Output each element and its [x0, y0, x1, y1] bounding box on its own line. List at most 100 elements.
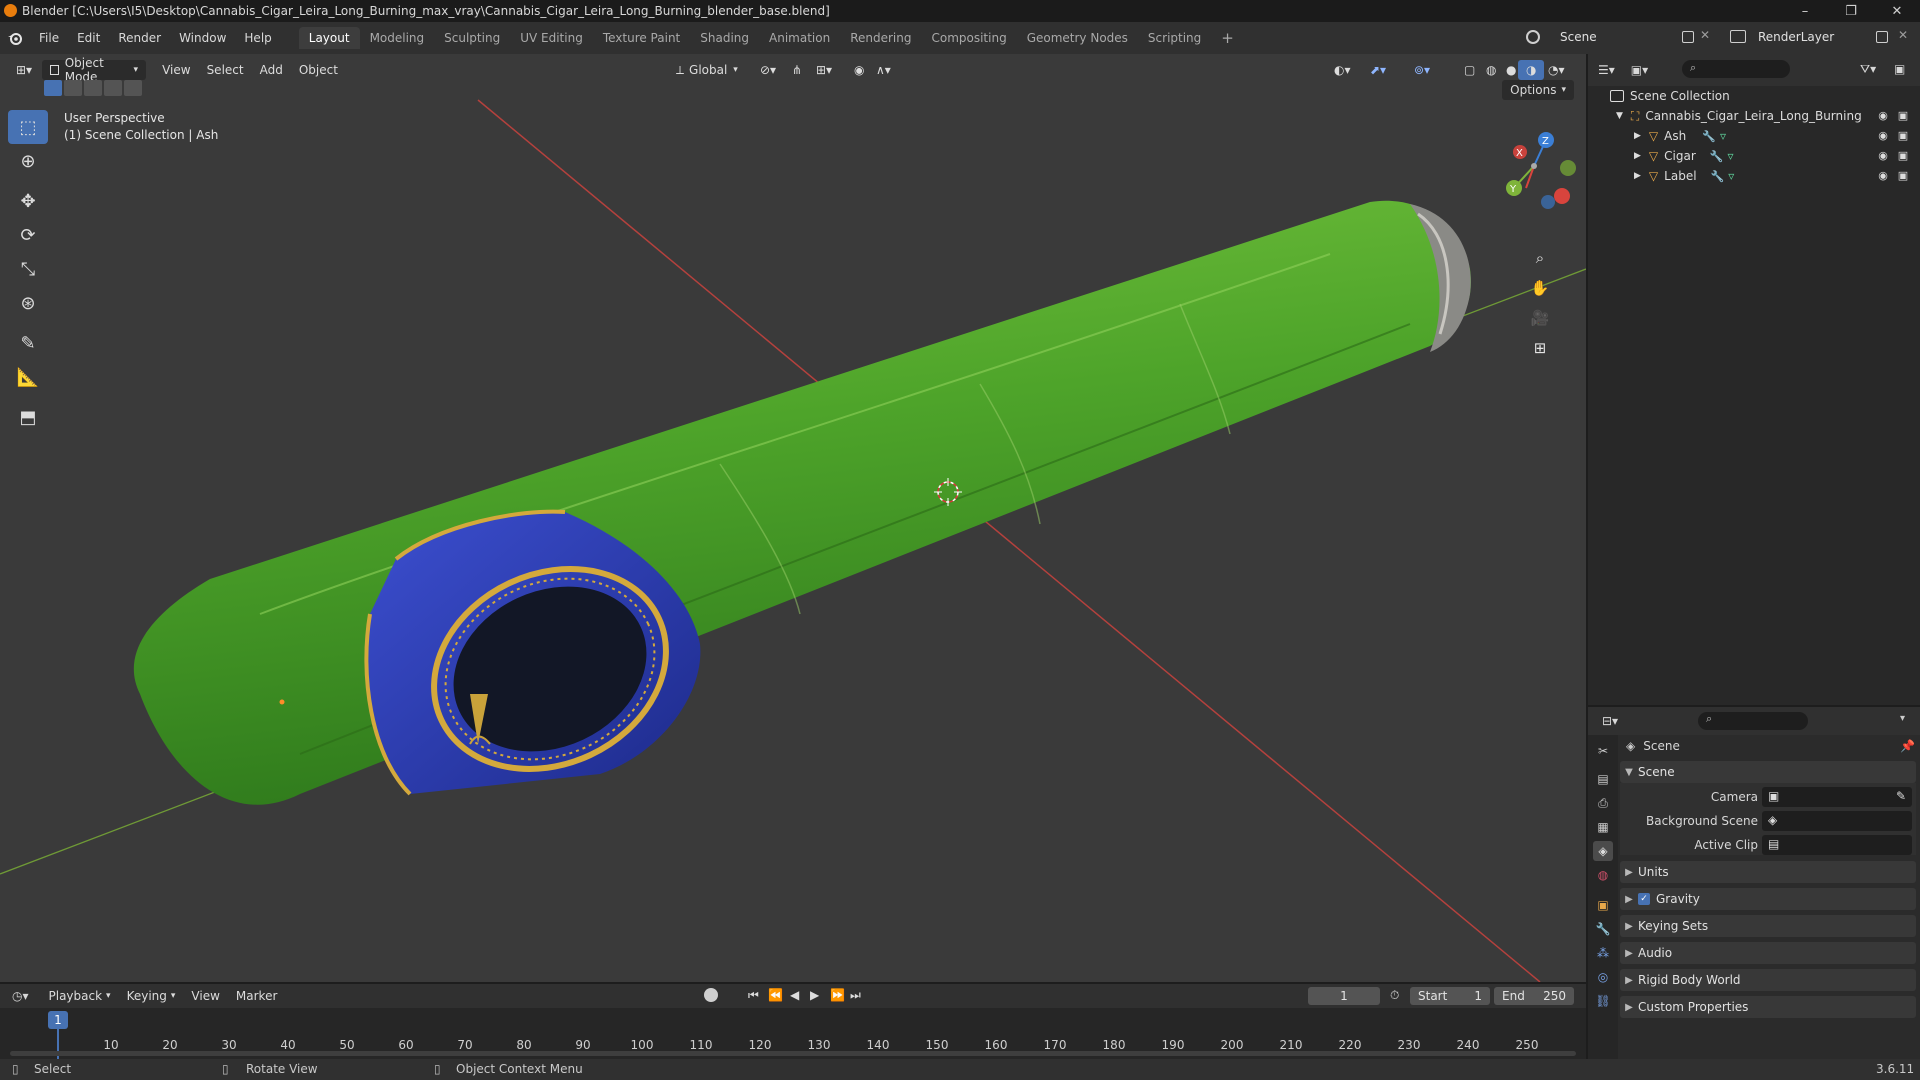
pan-view-icon[interactable]: ✋ — [1526, 274, 1554, 302]
outliner-row-label[interactable]: ▶ ▽ Label 🔧 ▿ ◉ ▣ — [1588, 166, 1920, 186]
tab-output-icon[interactable]: ⎙ — [1593, 793, 1613, 813]
visibility-eye-icon[interactable]: ◉ — [1876, 149, 1890, 163]
filter-icon[interactable]: ⛛▾ — [1860, 62, 1876, 77]
panel-rigid-body-world[interactable]: ▶ Rigid Body World — [1620, 969, 1916, 991]
chevron-right-icon[interactable]: ▶ — [1634, 171, 1641, 181]
panel-scene-header[interactable]: ▼ Scene — [1620, 761, 1916, 783]
delete-view-layer-icon[interactable]: ✕ — [1898, 28, 1908, 42]
gizmo-z-negative-dot[interactable] — [1541, 195, 1555, 209]
background-scene-field[interactable] — [1762, 811, 1912, 831]
pin-icon[interactable]: 📌 — [1900, 739, 1915, 753]
tab-render-icon[interactable]: ▤ — [1593, 769, 1613, 789]
visibility-icon[interactable]: ◐▾ — [1326, 60, 1359, 80]
render-camera-icon[interactable]: ▣ — [1896, 149, 1910, 163]
camera-view-icon[interactable]: 🎥 — [1526, 304, 1554, 332]
tab-animation[interactable]: Animation — [759, 27, 840, 49]
tab-modifiers-icon[interactable]: 🔧 — [1593, 919, 1613, 939]
view-layer-icon[interactable] — [1730, 30, 1746, 43]
gizmo-y-positive-dot[interactable] — [1560, 160, 1576, 176]
jump-keyframe-back-icon[interactable]: ⏪ — [768, 988, 783, 1002]
select-mode-new-icon[interactable] — [44, 80, 62, 96]
tab-texture-paint[interactable]: Texture Paint — [593, 27, 690, 49]
menu-file[interactable]: File — [30, 27, 68, 49]
timer-icon[interactable]: ⏱ — [1390, 988, 1399, 1003]
visibility-eye-icon[interactable]: ◉ — [1876, 129, 1890, 143]
visibility-eye-icon[interactable]: ◉ — [1876, 169, 1890, 183]
rotate-tool-icon[interactable]: ⟳ — [8, 218, 48, 252]
jump-end-icon[interactable]: ⏭ — [850, 988, 861, 1003]
tab-sculpting[interactable]: Sculpting — [434, 27, 510, 49]
tab-rendering[interactable]: Rendering — [840, 27, 921, 49]
jump-start-icon[interactable]: ⏮ — [748, 988, 759, 1003]
jump-keyframe-forward-icon[interactable]: ⏩ — [830, 988, 845, 1002]
menu-render[interactable]: Render — [109, 27, 170, 49]
menu-view[interactable]: View — [154, 60, 198, 80]
tab-scene-icon[interactable]: ◈ — [1593, 841, 1613, 861]
new-view-layer-icon[interactable] — [1876, 31, 1888, 43]
play-icon[interactable]: ▶ — [810, 988, 819, 1002]
close-button[interactable]: ✕ — [1874, 0, 1920, 22]
play-reverse-icon[interactable]: ◀ — [790, 988, 799, 1002]
outliner-search-input[interactable] — [1682, 60, 1790, 78]
tab-world-icon[interactable]: ◍ — [1593, 865, 1613, 885]
blender-menu-icon[interactable] — [0, 31, 30, 45]
scale-tool-icon[interactable]: ⤡ — [8, 252, 48, 286]
tab-uv-editing[interactable]: UV Editing — [510, 27, 593, 49]
new-collection-icon[interactable]: ▣ — [1894, 62, 1905, 76]
properties-search-input[interactable] — [1698, 712, 1808, 730]
view-layer-selector[interactable]: RenderLayer — [1746, 26, 1916, 48]
outliner-row-ash[interactable]: ▶ ▽ Ash 🔧 ▿ ◉ ▣ — [1588, 126, 1920, 146]
add-cube-tool-icon[interactable]: ⬒ — [8, 400, 48, 434]
pivot-point-icon[interactable]: ⊘▾ — [752, 60, 784, 80]
end-frame-field[interactable]: End 250 — [1494, 987, 1574, 1005]
outliner-editor-type-icon[interactable]: ☰▾ — [1598, 63, 1615, 77]
chevron-down-icon[interactable]: ▾ — [1900, 713, 1905, 724]
gizmo-toggle-icon[interactable]: ⬈▾ — [1362, 60, 1394, 80]
active-clip-field[interactable] — [1762, 835, 1912, 855]
cigar-object[interactable] — [133, 200, 1471, 805]
visibility-eye-icon[interactable]: ◉ — [1876, 109, 1890, 123]
tab-particles-icon[interactable]: ⁂ — [1593, 943, 1613, 963]
menu-marker[interactable]: Marker — [228, 986, 285, 1006]
chevron-down-icon[interactable]: ▼ — [1616, 111, 1623, 121]
cursor-tool-icon[interactable]: ⊕ — [8, 144, 48, 178]
zoom-view-icon[interactable]: ⌕ — [1526, 244, 1554, 272]
properties-editor-type-icon[interactable]: ⊟▾ — [1602, 714, 1618, 728]
menu-window[interactable]: Window — [170, 27, 235, 49]
new-scene-icon[interactable] — [1682, 31, 1694, 43]
render-camera-icon[interactable]: ▣ — [1896, 129, 1910, 143]
panel-units[interactable]: ▶ Units — [1620, 861, 1916, 883]
chevron-right-icon[interactable]: ▶ — [1634, 151, 1641, 161]
timeline-scrollbar[interactable] — [10, 1051, 1576, 1056]
outliner-row-cigar[interactable]: ▶ ▽ Cigar 🔧 ▿ ◉ ▣ — [1588, 146, 1920, 166]
navigation-gizmo[interactable]: X Z Y ⌕ ✋ 🎥 ⊞ — [1476, 114, 1586, 374]
render-camera-icon[interactable]: ▣ — [1896, 109, 1910, 123]
tab-tool-icon[interactable]: ✂ — [1593, 741, 1613, 761]
tab-layout[interactable]: Layout — [298, 27, 360, 49]
render-camera-icon[interactable]: ▣ — [1896, 169, 1910, 183]
outliner-row-scene-collection[interactable]: Scene Collection — [1588, 86, 1920, 106]
menu-edit[interactable]: Edit — [68, 27, 109, 49]
menu-object[interactable]: Object — [291, 60, 346, 80]
shading-rendered-icon[interactable]: ◔▾ — [1540, 60, 1573, 80]
timeline-editor-type-icon[interactable]: ◷▾ — [12, 989, 29, 1003]
menu-keying[interactable]: Keying ▾ — [119, 986, 184, 1006]
maximize-button[interactable]: ❐ — [1828, 0, 1874, 22]
orientation-dropdown[interactable]: ⟂ Global ▾ — [668, 60, 746, 80]
tab-scripting[interactable]: Scripting — [1138, 27, 1211, 49]
measure-tool-icon[interactable]: 📐 — [8, 360, 48, 394]
delete-scene-icon[interactable]: ✕ — [1700, 28, 1710, 42]
options-dropdown[interactable]: Options ▾ — [1502, 80, 1574, 100]
menu-playback[interactable]: Playback ▾ — [41, 986, 119, 1006]
tab-modeling[interactable]: Modeling — [360, 27, 435, 49]
tab-constraints-icon[interactable]: ⛓ — [1593, 991, 1613, 1011]
snap-target-icon[interactable]: ⊞▾ — [808, 60, 840, 80]
menu-timeline-view[interactable]: View — [183, 986, 227, 1006]
object-mode-dropdown[interactable]: Object Mode ▾ — [42, 56, 147, 84]
eyedropper-icon[interactable]: ✎ — [1896, 789, 1906, 803]
tab-compositing[interactable]: Compositing — [921, 27, 1016, 49]
viewport-scene[interactable] — [0, 54, 1586, 982]
tab-shading[interactable]: Shading — [690, 27, 759, 49]
tab-geometry-nodes[interactable]: Geometry Nodes — [1017, 27, 1138, 49]
add-workspace-button[interactable]: + — [1211, 27, 1244, 49]
